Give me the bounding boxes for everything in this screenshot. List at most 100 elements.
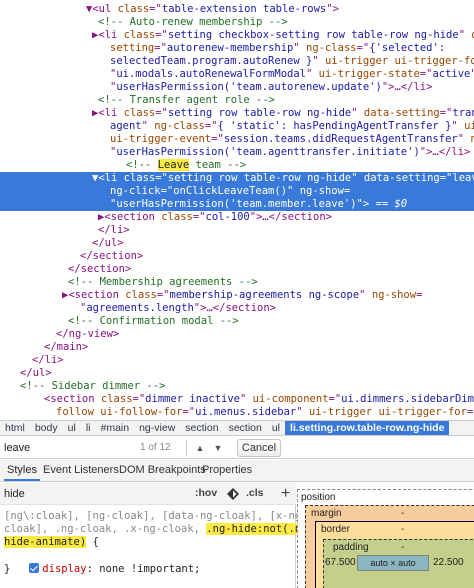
class-toggle-button[interactable]: .cls [246, 487, 264, 499]
dom-token: <section [104, 211, 162, 223]
dom-token: membership-agreements ng-scope [169, 289, 360, 301]
breadcrumb-item[interactable]: section [180, 421, 223, 435]
dom-token: =" [154, 42, 167, 54]
margin-value[interactable]: - [401, 508, 404, 519]
box-model-content[interactable]: auto × auto [357, 555, 429, 571]
dom-token: <!-- Confirmation modal --> [68, 315, 239, 327]
dom-token: class [123, 172, 156, 184]
style-declaration: display: none !important; [4, 550, 200, 588]
styles-filter-bar: :hov .cls + [0, 483, 296, 505]
dom-token: <section [68, 289, 126, 301]
dom-tree-line-content: </li> [32, 354, 64, 367]
dom-token: ng-class [154, 120, 205, 132]
padding-label: padding [333, 542, 369, 553]
dom-token: …</section> [262, 211, 332, 223]
dom-tree-line-content: "agreements.length">…</section> [80, 302, 276, 315]
dom-token: =" [155, 29, 168, 41]
breadcrumb-item[interactable]: section [224, 421, 267, 435]
property-name[interactable]: display [42, 563, 86, 575]
dom-token: =" [155, 107, 168, 119]
dom-tree-line[interactable]: "userHasPermission('team.member.leave')"… [0, 198, 474, 211]
margin-label: margin [311, 508, 342, 519]
styles-filter-input[interactable] [4, 486, 184, 502]
dom-tree-line-content: ▼<ul class="table-extension table-rows"> [86, 3, 339, 16]
dom-token: setting row table-row ng-hide [167, 172, 352, 184]
rule-selector-text: cloak], .ng-cloak, .x-ng-cloak, [4, 523, 207, 535]
dom-token: <li [98, 107, 124, 119]
dom-token: " [458, 29, 472, 41]
dom-token: class [123, 29, 156, 41]
dom-token: = [416, 289, 423, 301]
dom-token: ui-trigger [464, 120, 474, 132]
dom-tree-line-content: "userHasPermission('team.autorenew.updat… [110, 81, 432, 94]
dom-token: <!-- [126, 159, 158, 171]
tab-event-listeners[interactable]: Event Listeners [40, 460, 122, 481]
dom-token: " [451, 120, 465, 132]
dom-token: " [312, 55, 325, 67]
tab-properties[interactable]: Properties [199, 460, 255, 481]
new-style-rule-button[interactable]: + [281, 483, 290, 505]
dom-token: ui-trigger ui-trigger-for [324, 55, 474, 67]
dom-token: </section> [80, 250, 144, 262]
dom-token: …</section> [206, 302, 276, 314]
tab-styles[interactable]: Styles [4, 460, 40, 481]
dom-token: =" [439, 107, 453, 119]
border-value[interactable]: - [401, 524, 404, 535]
match-count: 1 of 12 [140, 442, 171, 453]
dom-token: col-100 [205, 211, 250, 223]
dom-token: …</li> [394, 81, 433, 93]
declaration-checkbox[interactable] [29, 563, 40, 573]
dom-token: follow ui-follow-for [56, 406, 183, 418]
breadcrumb-item[interactable]: body [30, 421, 63, 435]
dom-token: = [343, 185, 351, 197]
dom-tree-line-content: ng-click="onClickLeaveTeam()" ng-show= [110, 185, 350, 198]
dom-token: class [125, 289, 157, 301]
dom-token: =" [156, 289, 170, 301]
previous-match-icon[interactable]: ▲ [192, 440, 208, 456]
dom-token: <!-- Membership agreements --> [68, 276, 258, 288]
dom-token: autorenew-membership [166, 42, 294, 54]
cancel-search-button[interactable]: Cancel [237, 439, 281, 457]
left-value[interactable]: 67.500 [325, 557, 356, 568]
dom-token: =" [155, 172, 168, 184]
dom-token: leave-team [452, 172, 474, 184]
breadcrumb-item[interactable]: ng-view [134, 421, 180, 435]
dom-tree-line[interactable]: ng-click="onClickLeaveTeam()" ng-show= [0, 185, 474, 198]
hover-state-button[interactable]: :hov [195, 487, 217, 499]
dom-token: " [141, 120, 155, 132]
open-brace: { [86, 536, 99, 548]
breadcrumb-item[interactable]: html [0, 421, 30, 435]
dom-token: data-setting [363, 107, 440, 119]
right-value[interactable]: 22.500 [433, 557, 464, 568]
tab-dom-breakpoints[interactable]: DOM Breakpoints [116, 460, 209, 481]
dom-token: <li [98, 29, 124, 41]
dom-token: transfer- [452, 107, 474, 119]
dom-token: ng-click [110, 185, 161, 197]
dom-token: session.teams.didRequestAgentTransfer [223, 133, 458, 145]
breadcrumb-item[interactable]: #main [95, 421, 134, 435]
dom-token: <ul [92, 3, 118, 15]
dom-tree-line[interactable]: ▼<li class="setting row table-row ng-hid… [0, 172, 474, 185]
dom-token: =" [182, 406, 196, 418]
sidebar-tabs: Styles Event Listeners DOM Breakpoints P… [0, 460, 474, 482]
dom-tree-line-content: </section> [80, 250, 143, 263]
breadcrumb-item[interactable]: li [81, 421, 96, 435]
paintbrush-icon[interactable] [227, 488, 239, 500]
dom-tree-line-content: </li> [98, 224, 130, 237]
elements-tree[interactable]: ▼<ul class="table-extension table-rows">… [0, 0, 474, 418]
dom-token: "> [193, 302, 207, 314]
breadcrumb-item[interactable]: ul [63, 421, 81, 435]
breadcrumb-item[interactable]: ul [267, 421, 285, 435]
padding-value[interactable]: - [401, 542, 404, 553]
dom-token: class [161, 211, 193, 223]
next-match-icon[interactable]: ▼ [210, 440, 226, 456]
dom-token: " [287, 185, 300, 197]
dom-tree-line-content: <!-- Auto-renew membership --> [98, 16, 288, 29]
dom-tree-line-content: <!-- Sidebar dimmer --> [20, 380, 165, 393]
property-value[interactable]: : none !important; [87, 563, 201, 575]
breadcrumb-item[interactable]: li.setting.row.table-row.ng-hide [285, 421, 450, 435]
dom-tree-line-content: </main> [44, 341, 88, 354]
dom-tree-line-content: </ng-view> [56, 328, 119, 341]
dom-token: </main> [44, 341, 89, 353]
dom-tree-line-content: agent" ng-class="{ 'static': hasPendingA… [110, 120, 474, 133]
